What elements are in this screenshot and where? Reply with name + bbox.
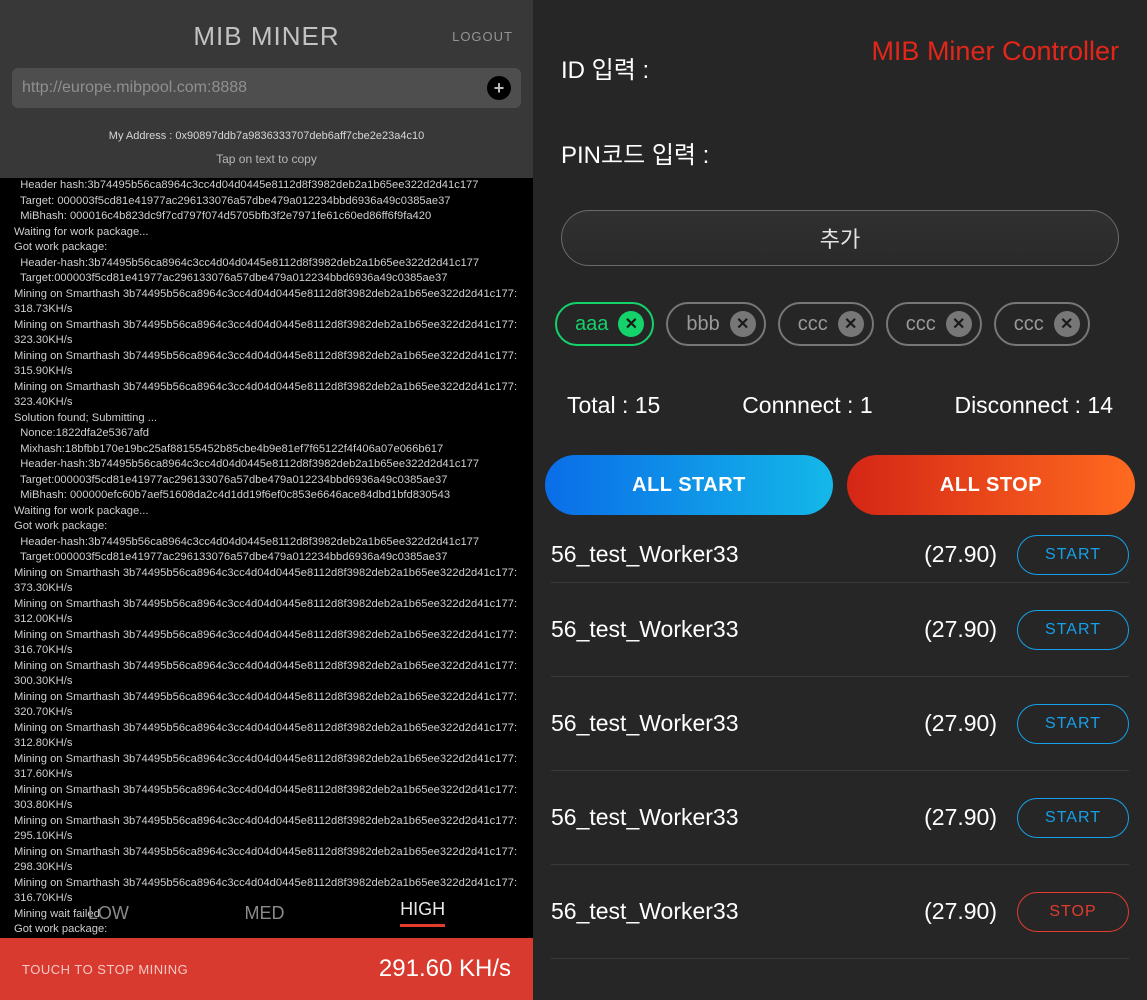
tag-bbb[interactable]: bbb ✕	[666, 302, 765, 346]
speed-low[interactable]: LOW	[88, 903, 129, 924]
logout-button[interactable]: LOGOUT	[452, 29, 513, 44]
total-stat: Total : 15	[567, 392, 660, 419]
wallet-address[interactable]: My Address : 0x90897ddb7a9836333707deb6a…	[12, 130, 521, 142]
worker-value: (27.90)	[897, 710, 1007, 737]
disconnect-stat: Disconnect : 14	[954, 392, 1113, 419]
worker-start-button[interactable]: START	[1017, 798, 1129, 838]
pool-url-field[interactable]: http://europe.mibpool.com:8888 +	[12, 68, 521, 108]
close-icon[interactable]: ✕	[838, 311, 864, 337]
close-icon[interactable]: ✕	[618, 311, 644, 337]
add-pool-icon[interactable]: +	[487, 76, 511, 100]
connect-stat: Connnect : 1	[742, 392, 872, 419]
worker-name: 56_test_Worker33	[551, 804, 887, 831]
tag-label: ccc	[798, 313, 828, 336]
worker-start-button[interactable]: START	[1017, 535, 1129, 575]
speed-selector: LOW MED HIGH	[0, 888, 533, 938]
miner-panel: MIB MINER LOGOUT http://europe.mibpool.c…	[0, 0, 533, 1000]
tag-ccc[interactable]: ccc ✕	[994, 302, 1090, 346]
worker-stop-button[interactable]: STOP	[1017, 892, 1129, 932]
worker-row: 56_test_Worker33 (27.90) START	[551, 527, 1129, 583]
worker-row: 56_test_Worker33 (27.90) STOP	[551, 865, 1129, 959]
pin-input-label: PIN코드 입력 :	[561, 135, 853, 170]
tag-label: aaa	[575, 313, 608, 336]
worker-value: (27.90)	[897, 616, 1007, 643]
stop-mining-label: TOUCH TO STOP MINING	[22, 962, 188, 977]
close-icon[interactable]: ✕	[1054, 311, 1080, 337]
mining-status-bar[interactable]: TOUCH TO STOP MINING 291.60 KH/s	[0, 938, 533, 1000]
worker-name: 56_test_Worker33	[551, 898, 887, 925]
worker-value: (27.90)	[897, 898, 1007, 925]
all-stop-button[interactable]: ALL STOP	[847, 455, 1135, 515]
tag-label: ccc	[906, 313, 936, 336]
mining-log[interactable]: Header hash:3b74495b56ca8964c3cc4d04d044…	[0, 178, 533, 1000]
worker-list[interactable]: 56_test_Worker33(27.90)START56_test_Work…	[533, 527, 1147, 1000]
tag-label: ccc	[1014, 313, 1044, 336]
miner-header: MIB MINER LOGOUT http://europe.mibpool.c…	[0, 0, 533, 178]
tag-ccc[interactable]: ccc ✕	[778, 302, 874, 346]
id-input-label: ID 입력 :	[561, 50, 853, 85]
worker-row: 56_test_Worker33 (27.90) START	[551, 583, 1129, 677]
miner-title: MIB MINER	[193, 21, 339, 52]
controller-title: MIB Miner Controller	[871, 28, 1119, 67]
controller-panel: ID 입력 : PIN코드 입력 : MIB Miner Controller …	[533, 0, 1147, 1000]
worker-name: 56_test_Worker33	[551, 541, 887, 568]
copy-hint: Tap on text to copy	[12, 152, 521, 166]
pool-url-text: http://europe.mibpool.com:8888	[22, 79, 479, 97]
worker-row: 56_test_Worker33 (27.90) START	[551, 771, 1129, 865]
worker-start-button[interactable]: START	[1017, 704, 1129, 744]
hashrate-value: 291.60 KH/s	[379, 955, 511, 983]
tag-list: aaa ✕ bbb ✕ ccc ✕ ccc ✕ ccc ✕	[533, 266, 1147, 346]
close-icon[interactable]: ✕	[946, 311, 972, 337]
worker-value: (27.90)	[897, 541, 1007, 568]
add-button[interactable]: 추가	[561, 210, 1119, 266]
all-start-button[interactable]: ALL START	[545, 455, 833, 515]
stats-row: Total : 15 Connnect : 1 Disconnect : 14	[533, 346, 1147, 419]
worker-name: 56_test_Worker33	[551, 710, 887, 737]
tag-aaa[interactable]: aaa ✕	[555, 302, 654, 346]
worker-name: 56_test_Worker33	[551, 616, 887, 643]
close-icon[interactable]: ✕	[730, 311, 756, 337]
worker-value: (27.90)	[897, 804, 1007, 831]
tag-label: bbb	[686, 313, 719, 336]
speed-high[interactable]: HIGH	[400, 899, 445, 927]
worker-row: 56_test_Worker33 (27.90) START	[551, 677, 1129, 771]
speed-med[interactable]: MED	[245, 903, 285, 924]
tag-ccc[interactable]: ccc ✕	[886, 302, 982, 346]
worker-start-button[interactable]: START	[1017, 610, 1129, 650]
